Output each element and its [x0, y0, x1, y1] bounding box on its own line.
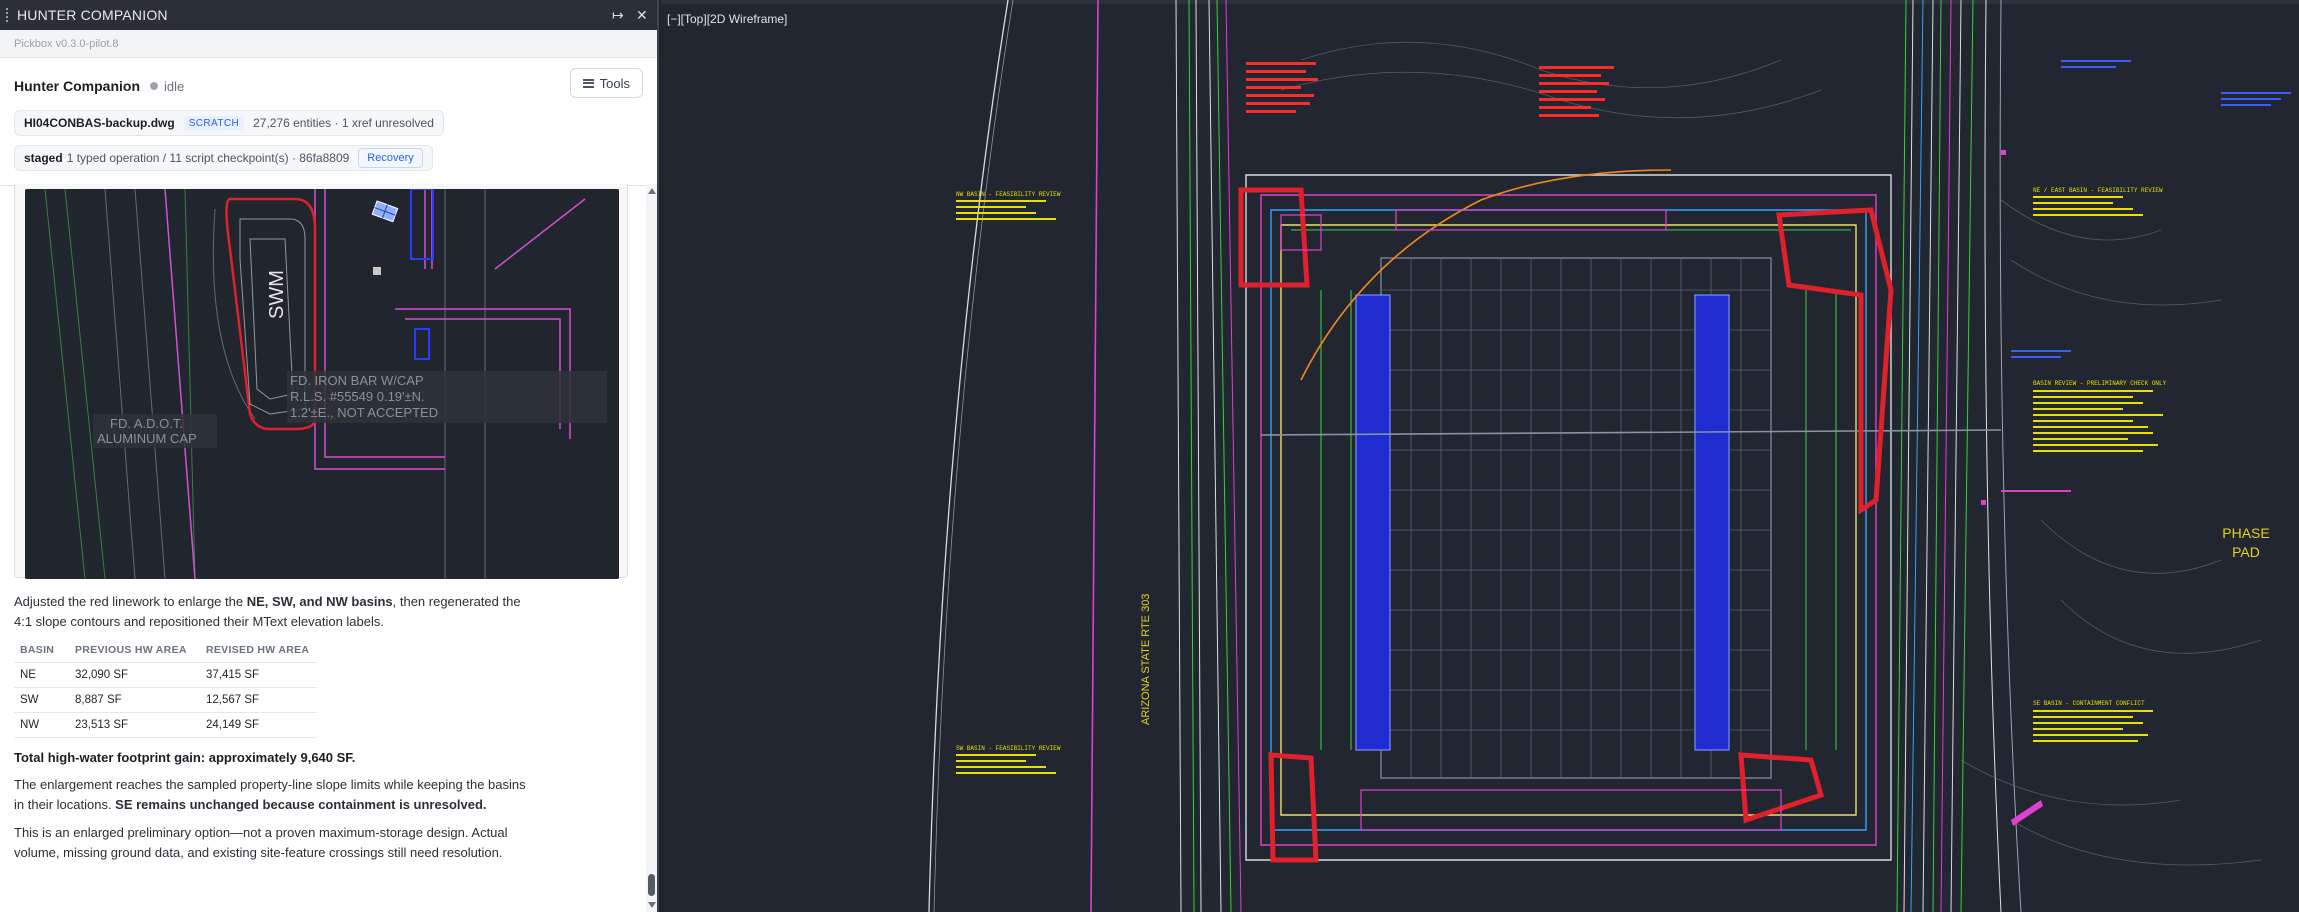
panel-titlebar: HUNTER COMPANION ↦ ✕ [0, 0, 657, 30]
version-label: Pickbox v0.3.0-pilot.8 [14, 37, 119, 50]
preview-adot-line1: FD. A.D.O.T. [110, 416, 183, 431]
scroll-up-icon[interactable] [648, 188, 656, 194]
drag-grip-icon[interactable] [6, 8, 11, 22]
hw-area-table: BASIN PREVIOUS HW AREA REVISED HW AREA N… [14, 640, 317, 738]
status-text: idle [164, 78, 185, 94]
phase-label: PHASE [2222, 525, 2269, 541]
app-name: Hunter Companion [14, 78, 140, 94]
message-content: SWM FD. IRON BAR W/CAP R.L.S. #55549 0.1… [0, 184, 646, 912]
staged-label: staged [24, 151, 63, 165]
preview-iron-bar-line1: FD. IRON BAR W/CAP [290, 373, 424, 388]
table-cell: 12,567 SF [200, 687, 317, 713]
recovery-button[interactable]: Recovery [358, 148, 423, 168]
nw-basin-note: NW BASIN - FEASIBILITY REVIEW [956, 191, 1061, 198]
caveat-paragraph: This is an enlarged preliminary option—n… [14, 825, 508, 860]
table-cell: 8,887 SF [69, 687, 200, 713]
table-row: SW 8,887 SF 12,567 SF [14, 687, 317, 713]
status-dot-icon [150, 82, 158, 90]
ne-basin-note: NE / EAST BASIN - FEASIBILITY REVIEW [2033, 187, 2163, 194]
version-row: Pickbox v0.3.0-pilot.8 [0, 30, 657, 58]
summary-paragraph: Adjusted the red linework to enlarge the… [14, 592, 534, 632]
scroll-down-icon[interactable] [648, 902, 656, 908]
companion-panel: HUNTER COMPANION ↦ ✕ Pickbox v0.3.0-pilo… [0, 0, 659, 912]
pin-icon[interactable]: ↦ [609, 7, 627, 24]
swm-label: SWM [266, 270, 288, 319]
close-icon[interactable]: ✕ [633, 7, 651, 24]
basin-review-note: BASIN REVIEW - PRELIMINARY CHECK ONLY [2033, 380, 2167, 387]
menu-icon [582, 78, 594, 88]
pad-label: PAD [2232, 544, 2260, 560]
table-cell: NE [14, 662, 69, 688]
table-header-row: BASIN PREVIOUS HW AREA REVISED HW AREA [14, 640, 317, 663]
table-cell: NW [14, 712, 69, 738]
p1-bold: NE, SW, and NW basins [246, 594, 393, 609]
p1-text: Adjusted the red linework to enlarge the [14, 594, 247, 609]
preview-image[interactable]: SWM FD. IRON BAR W/CAP R.L.S. #55549 0.1… [25, 189, 619, 579]
sw-basin-note: SW BASIN - FEASIBILITY REVIEW [956, 745, 1061, 752]
table-cell: 23,513 SF [69, 712, 200, 738]
tools-label: Tools [599, 75, 630, 91]
staged-chip: staged 1 typed operation / 11 script che… [14, 145, 433, 171]
se-basin-note: SE BASIN - CONTAINMENT CONFLICT [2033, 700, 2145, 707]
content-scrollbar[interactable] [646, 184, 657, 912]
preview-adot-line2: ALUMINUM CAP [97, 431, 197, 446]
column-header: BASIN [14, 640, 69, 663]
preview-drawing: SWM FD. IRON BAR W/CAP R.L.S. #55549 0.1… [25, 189, 619, 579]
column-header: PREVIOUS HW AREA [69, 640, 200, 663]
enlargement-paragraph: The enlargement reaches the sampled prop… [14, 775, 534, 815]
total-gain: Total high-water footprint gain: approxi… [14, 750, 356, 765]
viewport-controls-label[interactable]: [−][Top][2D Wireframe] [667, 12, 787, 26]
panel-title: HUNTER COMPANION [17, 7, 168, 23]
table-cell: 37,415 SF [200, 662, 317, 688]
column-header: REVISED HW AREA [200, 640, 317, 663]
road-label: ARIZONA STATE RTE 303 [1140, 594, 1152, 725]
preview-iron-bar-line3: 1.2'±E., NOT ACCEPTED [290, 405, 438, 420]
table-cell: 32,090 SF [69, 662, 200, 688]
file-name: HI04CONBAS-backup.dwg [24, 116, 175, 130]
scroll-thumb[interactable] [648, 874, 655, 896]
p2-bold: SE remains unchanged because containment… [115, 797, 487, 812]
preview-iron-bar-line2: R.L.S. #55549 0.19'±N. [290, 389, 425, 404]
staged-summary: 1 typed operation / 11 script checkpoint… [66, 151, 350, 165]
table-cell: 24,149 SF [200, 712, 317, 738]
cad-viewport[interactable]: NW BASIN - FEASIBILITY REVIEW NE / EAST … [661, 0, 2299, 912]
file-chip: HI04CONBAS-backup.dwg SCRATCH 27,276 ent… [14, 110, 444, 136]
cad-drawing: NW BASIN - FEASIBILITY REVIEW NE / EAST … [928, 0, 2291, 912]
table-row: NW 23,513 SF 24,149 SF [14, 712, 317, 738]
file-summary: 27,276 entities · 1 xref unresolved [253, 116, 434, 130]
preview-card: SWM FD. IRON BAR W/CAP R.L.S. #55549 0.1… [14, 184, 628, 579]
table-row: NE 32,090 SF 37,415 SF [14, 662, 317, 688]
tools-button[interactable]: Tools [569, 68, 643, 98]
scratch-badge: SCRATCH [183, 115, 245, 131]
table-cell: SW [14, 687, 69, 713]
